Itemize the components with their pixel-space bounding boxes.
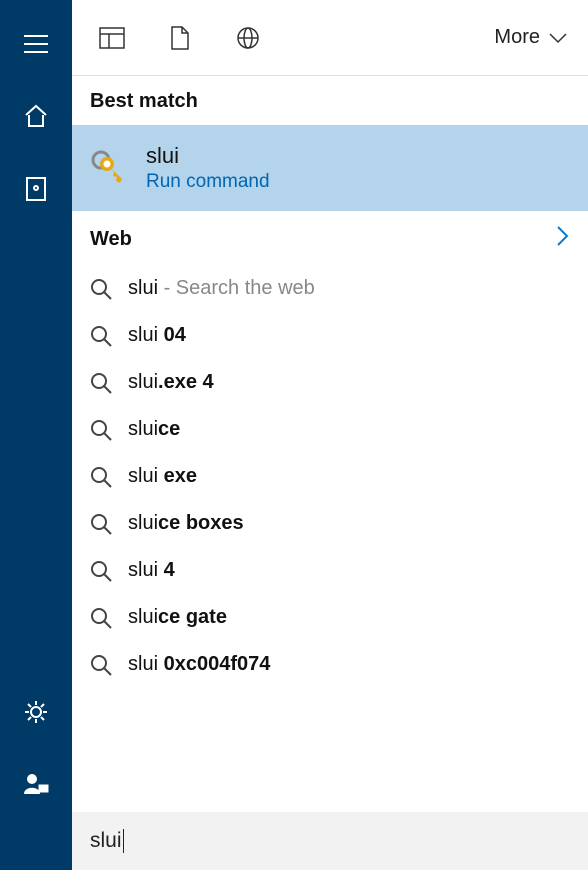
best-match-item[interactable]: slui Run command: [72, 125, 588, 211]
web-result-item[interactable]: slui.exe 4: [72, 359, 588, 406]
web-result-item[interactable]: sluice: [72, 406, 588, 453]
clipboard-icon: [25, 175, 47, 201]
search-icon: [90, 654, 112, 676]
apps-icon: [99, 27, 125, 49]
best-match-subtitle: Run command: [146, 171, 270, 193]
home-button[interactable]: [0, 80, 72, 152]
chevron-down-icon: [548, 32, 568, 44]
apps-filter[interactable]: [92, 18, 132, 58]
account-button[interactable]: [0, 748, 72, 820]
web-filter[interactable]: [228, 18, 268, 58]
home-icon: [23, 103, 49, 129]
web-result-item[interactable]: slui 0xc004f074: [72, 641, 588, 688]
menu-button[interactable]: [0, 8, 72, 80]
web-result-item[interactable]: slui - Search the web: [72, 265, 588, 312]
chevron-right-icon: [556, 225, 570, 253]
web-result-item[interactable]: sluice boxes: [72, 500, 588, 547]
document-icon: [170, 26, 190, 50]
web-result-label: sluice gate: [128, 606, 227, 629]
web-result-item[interactable]: slui exe: [72, 453, 588, 500]
settings-button[interactable]: [0, 676, 72, 748]
web-result-label: sluice: [128, 418, 180, 441]
best-match-header: Best match: [72, 76, 588, 125]
web-result-item[interactable]: slui 04: [72, 312, 588, 359]
web-result-label: slui exe: [128, 465, 197, 488]
best-match-title: slui: [146, 143, 270, 169]
person-icon: [23, 771, 49, 797]
gear-icon: [23, 699, 49, 725]
search-icon: [90, 278, 112, 300]
search-icon: [90, 513, 112, 535]
topbar: More: [72, 0, 588, 76]
text-cursor: [123, 829, 124, 853]
web-header: Web: [90, 228, 132, 251]
search-icon: [90, 607, 112, 629]
sidebar: [0, 0, 72, 870]
web-result-label: slui - Search the web: [128, 277, 315, 300]
search-icon: [90, 325, 112, 347]
search-icon: [90, 466, 112, 488]
more-label: More: [494, 26, 540, 49]
web-result-label: slui.exe 4: [128, 371, 214, 394]
search-icon: [90, 419, 112, 441]
web-result-label: slui 0xc004f074: [128, 653, 270, 676]
more-dropdown[interactable]: More: [494, 26, 568, 49]
globe-icon: [236, 26, 260, 50]
web-result-label: sluice boxes: [128, 512, 244, 535]
web-result-item[interactable]: slui 4: [72, 547, 588, 594]
web-result-label: slui 4: [128, 559, 175, 582]
search-icon: [90, 372, 112, 394]
hamburger-icon: [24, 34, 48, 54]
web-results: slui - Search the web slui 04 slui.exe 4 sl…: [72, 265, 588, 812]
search-icon: [90, 560, 112, 582]
documents-filter[interactable]: [160, 18, 200, 58]
key-icon: [90, 149, 128, 187]
clipboard-button[interactable]: [0, 152, 72, 224]
search-value: slui: [90, 829, 122, 853]
web-result-item[interactable]: sluice gate: [72, 594, 588, 641]
main-panel: More Best match slui Run command Web slu…: [72, 0, 588, 870]
search-input[interactable]: slui: [72, 812, 588, 870]
web-result-label: slui 04: [128, 324, 186, 347]
web-header-row[interactable]: Web: [72, 211, 588, 265]
